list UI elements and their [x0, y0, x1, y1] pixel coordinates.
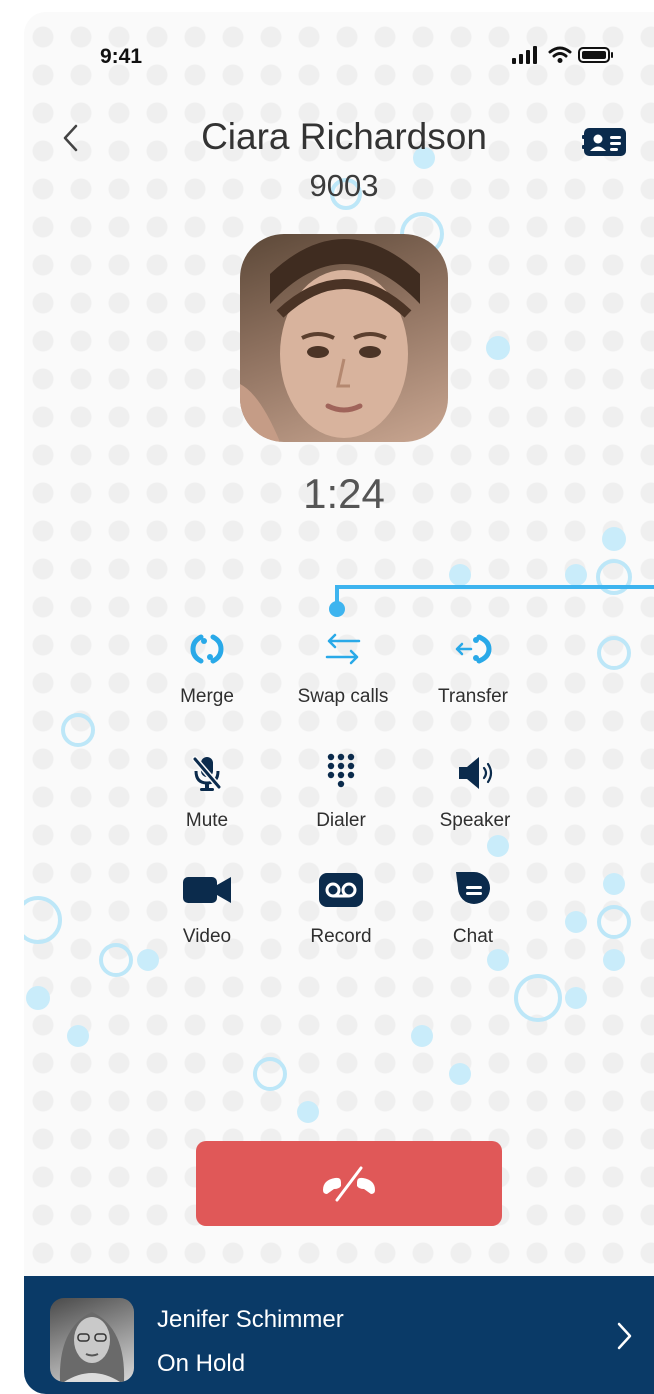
- status-time: 9:41: [100, 45, 143, 68]
- battery-icon: [578, 47, 613, 63]
- contact-card-icon: [582, 128, 626, 156]
- mute-label: Mute: [185, 810, 229, 831]
- on-hold-photo: [59, 1312, 125, 1382]
- video-button[interactable]: Video: [142, 864, 272, 964]
- mic-off-icon: [192, 756, 222, 791]
- dialer-button[interactable]: Dialer: [276, 748, 406, 848]
- video-label: Video: [182, 926, 232, 947]
- dialer-label: Dialer: [316, 810, 366, 831]
- keypad-icon: [327, 753, 355, 788]
- hang-up-icon: [323, 1164, 375, 1203]
- transfer-icon: [455, 634, 492, 664]
- caller-number: 9003: [309, 168, 379, 203]
- chevron-right-icon: [617, 1322, 632, 1350]
- swap-calls-label: Swap calls: [297, 686, 389, 707]
- mute-button[interactable]: Mute: [142, 748, 272, 848]
- swap-arrows-icon: [325, 633, 361, 665]
- on-hold-status: On Hold: [157, 1350, 246, 1377]
- record-button[interactable]: Record: [276, 864, 406, 964]
- end-call-button[interactable]: [196, 1141, 502, 1226]
- on-hold-avatar: [50, 1298, 134, 1382]
- caller-avatar: [240, 234, 448, 442]
- on-hold-name: Jenifer Schimmer: [157, 1306, 344, 1333]
- on-hold-call-bar[interactable]: Jenifer Schimmer On Hold: [24, 1276, 654, 1394]
- video-camera-icon: [183, 877, 231, 903]
- wifi-icon: [548, 46, 572, 63]
- speaker-icon: [459, 757, 493, 789]
- speaker-label: Speaker: [439, 810, 511, 831]
- swap-calls-button[interactable]: Swap calls: [278, 624, 408, 724]
- chat-button[interactable]: Chat: [408, 864, 538, 964]
- caller-name: Ciara Richardson: [201, 116, 487, 157]
- speaker-button[interactable]: Speaker: [410, 748, 540, 848]
- contact-card-button[interactable]: [582, 126, 628, 158]
- chat-bubble-icon: [456, 872, 490, 904]
- record-label: Record: [310, 926, 372, 947]
- status-icons: [512, 46, 614, 64]
- call-screen: 9:41 Ciara Richardson 9003 1:24 Merge Sw…: [24, 12, 654, 1394]
- call-duration: 1:24: [303, 470, 385, 517]
- transfer-button[interactable]: Transfer: [408, 624, 538, 724]
- voicemail-icon: [319, 873, 363, 907]
- signal-icon: [512, 46, 537, 64]
- transfer-label: Transfer: [437, 686, 509, 707]
- merge-label: Merge: [180, 686, 234, 707]
- caller-photo: [240, 239, 420, 442]
- merge-icon: [190, 634, 224, 664]
- merge-button[interactable]: Merge: [142, 624, 272, 724]
- chat-label: Chat: [452, 926, 494, 947]
